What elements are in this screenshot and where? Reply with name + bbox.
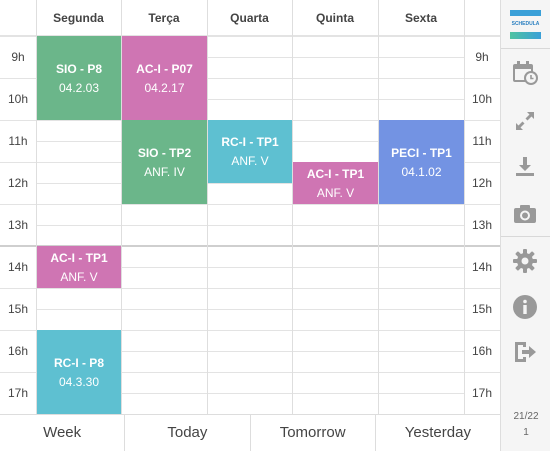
logout-icon[interactable] bbox=[510, 337, 540, 367]
class-event[interactable]: AC-I - TP1 ANF. V bbox=[37, 246, 121, 288]
event-title: SIO - P8 bbox=[55, 61, 102, 76]
class-event[interactable]: AC-I - TP1 ANF. V bbox=[293, 162, 378, 204]
hour-label: 14h bbox=[7, 260, 29, 274]
day-header: Terça bbox=[148, 11, 180, 25]
pager-top: 21/22 bbox=[513, 411, 539, 422]
day-header: Sexta bbox=[404, 11, 438, 25]
hour-label: 12h bbox=[7, 176, 29, 190]
class-event[interactable]: PECI - TP1 04.1.02 bbox=[379, 120, 464, 204]
hour-label: 9h bbox=[475, 50, 489, 64]
class-event[interactable]: SIO - P8 04.2.03 bbox=[37, 36, 121, 120]
hour-label: 13h bbox=[471, 218, 493, 232]
class-event[interactable]: RC-I - P8 04.3.30 bbox=[37, 330, 121, 414]
grid-line bbox=[36, 225, 464, 226]
camera-icon[interactable] bbox=[510, 198, 540, 228]
event-room: 04.2.17 bbox=[144, 80, 185, 95]
day-header: Quarta bbox=[230, 11, 269, 25]
expand-icon[interactable] bbox=[510, 106, 540, 136]
today-button[interactable]: Today bbox=[125, 415, 251, 451]
class-event[interactable]: SIO - TP2 ANF. IV bbox=[122, 120, 207, 204]
event-room: 04.1.02 bbox=[401, 164, 442, 179]
class-event[interactable]: RC-I - TP1 ANF. V bbox=[208, 120, 292, 183]
event-room: ANF. V bbox=[231, 154, 269, 168]
hour-label: 16h bbox=[7, 344, 29, 358]
event-room: ANF. IV bbox=[144, 164, 185, 179]
app-logo[interactable]: SCHEDULA bbox=[510, 10, 541, 40]
event-title: RC-I - TP1 bbox=[221, 135, 279, 149]
hour-label: 10h bbox=[7, 92, 29, 106]
event-title: AC-I - P07 bbox=[136, 61, 193, 76]
download-icon[interactable] bbox=[510, 151, 540, 181]
day-header: Quinta bbox=[316, 11, 354, 25]
schedule-grid: Segunda Terça Quarta Quinta Sexta 9h 9h 10h 10h 1… bbox=[0, 0, 501, 415]
yesterday-button[interactable]: Yesterday bbox=[376, 415, 500, 451]
page-indicator: 21/22 1 bbox=[501, 411, 550, 438]
sidebar-divider bbox=[501, 48, 550, 49]
bottom-nav: Week Today Tomorrow Yesterday bbox=[0, 414, 500, 451]
calendar-clock-icon[interactable] bbox=[510, 58, 540, 88]
grid-column-line bbox=[207, 0, 208, 414]
event-title: AC-I - TP1 bbox=[50, 250, 108, 265]
hour-label: 15h bbox=[471, 302, 493, 316]
week-button[interactable]: Week bbox=[0, 415, 126, 451]
event-room: ANF. V bbox=[60, 269, 98, 284]
tomorrow-button[interactable]: Tomorrow bbox=[251, 415, 376, 451]
grid-line bbox=[0, 288, 500, 289]
settings-gear-icon[interactable] bbox=[510, 246, 540, 276]
hour-label: 11h bbox=[8, 134, 28, 148]
grid-line bbox=[0, 204, 500, 205]
pager-bottom: 1 bbox=[523, 427, 529, 438]
hour-label: 17h bbox=[7, 386, 29, 400]
event-room: ANF. V bbox=[316, 185, 355, 200]
event-title: AC-I - TP1 bbox=[306, 166, 365, 181]
event-room: 04.2.03 bbox=[58, 80, 100, 95]
event-title: SIO - TP2 bbox=[137, 145, 192, 160]
hour-label: 9h bbox=[11, 50, 25, 64]
grid-column-line bbox=[292, 0, 293, 414]
class-event[interactable]: AC-I - P07 04.2.17 bbox=[122, 36, 207, 120]
hour-label: 14h bbox=[471, 260, 493, 274]
logo-text: SCHEDULA bbox=[511, 21, 540, 27]
day-header: Segunda bbox=[53, 11, 104, 25]
info-icon[interactable] bbox=[510, 292, 540, 322]
event-title: RC-I - P8 bbox=[53, 355, 104, 370]
event-room: 04.3.30 bbox=[58, 374, 100, 389]
event-title: PECI - TP1 bbox=[391, 145, 452, 160]
hour-label: 16h bbox=[471, 344, 493, 358]
grid-line bbox=[36, 309, 464, 310]
hour-label: 12h bbox=[471, 176, 493, 190]
hour-label: 10h bbox=[471, 92, 493, 106]
hour-label: 17h bbox=[471, 386, 493, 400]
hour-label: 13h bbox=[7, 218, 29, 232]
hour-label: 15h bbox=[7, 302, 29, 316]
hour-label: 11h bbox=[472, 134, 492, 148]
sidebar: SCHEDULA 21/22 1 bbox=[500, 0, 550, 451]
sidebar-divider bbox=[501, 236, 550, 237]
grid-column-line bbox=[378, 0, 379, 414]
